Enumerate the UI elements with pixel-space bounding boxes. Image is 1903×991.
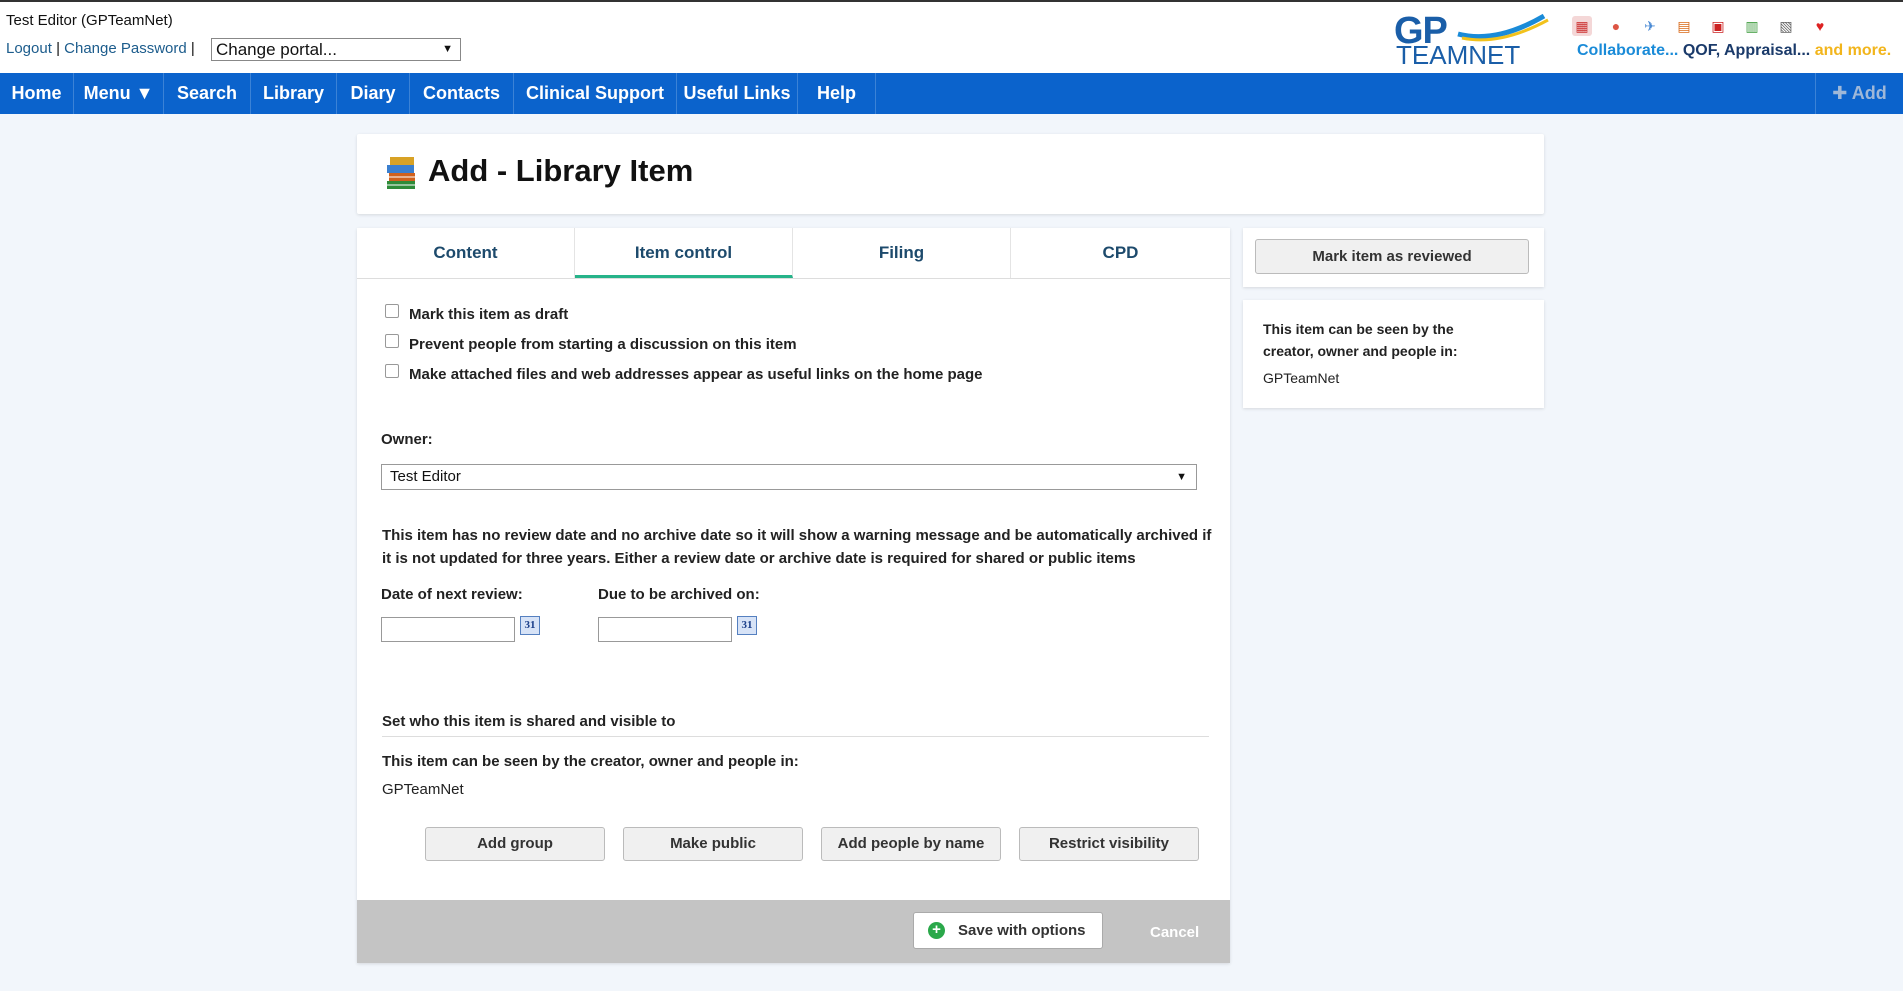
draft-option: Mark this item as draft — [385, 304, 568, 323]
tagline-more: and more. — [1814, 42, 1892, 59]
side-visibility-text: This item can be seen by the creator, ow… — [1263, 321, 1458, 359]
review-calendar-icon[interactable]: 31 — [520, 616, 540, 635]
page-title-card: Add - Library Item — [357, 134, 1544, 214]
portal-select-value: Change portal... — [216, 40, 337, 59]
visibility-group: GPTeamNet — [382, 781, 464, 798]
book-icon[interactable]: ▧ — [1776, 16, 1796, 36]
cancel-link[interactable]: Cancel — [1150, 924, 1199, 941]
bird-icon[interactable]: ✈ — [1640, 16, 1660, 36]
visibility-text: This item can be seen by the creator, ow… — [382, 753, 799, 770]
add-people-by-name-button[interactable]: Add people by name — [821, 827, 1001, 861]
archive-date-input[interactable] — [598, 617, 732, 642]
useful-links-label[interactable]: Make attached files and web addresses ap… — [409, 366, 983, 383]
review-warning-text: This item has no review date and no arch… — [382, 527, 1212, 567]
logo-swoosh-icon — [1457, 13, 1549, 42]
change-password-link[interactable]: Change Password — [64, 40, 187, 57]
nav-help[interactable]: Help — [798, 73, 876, 114]
review-card: Mark item as reviewed — [1243, 228, 1544, 287]
tagline: Collaborate... QOF, Appraisal... and mor… — [1577, 42, 1891, 60]
logout-link[interactable]: Logout — [6, 40, 52, 57]
books-icon[interactable]: ▤ — [1674, 16, 1694, 36]
tagline-collaborate: Collaborate... — [1577, 42, 1679, 59]
prevent-discussion-checkbox[interactable] — [385, 334, 399, 349]
link-separator: | — [56, 40, 60, 57]
make-public-button[interactable]: Make public — [623, 827, 803, 861]
owner-label: Owner: — [381, 431, 433, 448]
tab-item-control[interactable]: Item control — [575, 228, 793, 278]
nav-menu[interactable]: Menu ▼ — [74, 73, 164, 114]
current-user: Test Editor (GPTeamNet) — [6, 12, 173, 29]
nav-library[interactable]: Library — [251, 73, 337, 114]
restrict-visibility-button[interactable]: Restrict visibility — [1019, 827, 1199, 861]
tab-content[interactable]: Content — [357, 228, 575, 278]
dropdown-arrow-icon: ▼ — [442, 43, 453, 55]
page-title: Add - Library Item — [428, 153, 694, 188]
nav-search[interactable]: Search — [164, 73, 251, 114]
save-with-options-button[interactable]: + Save with options — [913, 912, 1103, 949]
useful-links-checkbox[interactable] — [385, 364, 399, 379]
tagline-qof: QOF, Appraisal... — [1682, 42, 1811, 59]
visibility-summary-card: This item can be seen by the creator, ow… — [1243, 300, 1544, 408]
logo-teamnet-text: TEAMNET — [1396, 40, 1521, 70]
useful-links-option: Make attached files and web addresses ap… — [385, 364, 983, 383]
prevent-discussion-label[interactable]: Prevent people from starting a discussio… — [409, 336, 797, 353]
calendar-icon[interactable]: ▦ — [1572, 16, 1592, 36]
mark-reviewed-button[interactable]: Mark item as reviewed — [1255, 239, 1529, 274]
draft-label[interactable]: Mark this item as draft — [409, 306, 568, 323]
add-group-button[interactable]: Add group — [425, 827, 605, 861]
heart-icon[interactable]: ♥ — [1810, 16, 1830, 36]
nav-home[interactable]: Home — [0, 73, 74, 114]
link-separator: | — [190, 40, 195, 57]
side-visibility-group: GPTeamNet — [1263, 370, 1340, 386]
nav-add-button[interactable]: ✚ Add — [1815, 73, 1903, 114]
tab-cpd[interactable]: CPD — [1011, 228, 1230, 278]
app-icon-strip: ▦ ● ✈ ▤ ▣ ▥ ▧ ♥ — [1572, 16, 1830, 38]
tab-filing[interactable]: Filing — [793, 228, 1011, 278]
review-date-input[interactable] — [381, 617, 515, 642]
form-footer: + Save with options Cancel — [357, 900, 1230, 963]
plus-circle-icon: + — [928, 922, 945, 939]
main-nav: Home Menu ▼ Search Library Diary Contact… — [0, 73, 1903, 114]
save-label: Save with options — [958, 922, 1086, 939]
account-links: Logout | Change Password | — [6, 40, 195, 57]
gpteamnet-logo[interactable]: GP TEAMNET — [1394, 8, 1554, 70]
tab-bar: Content Item control Filing CPD — [357, 228, 1230, 279]
item-control-panel: Content Item control Filing CPD Mark thi… — [357, 228, 1230, 963]
nav-useful-links[interactable]: Useful Links — [677, 73, 798, 114]
owner-select[interactable]: Test Editor ▼ — [381, 464, 1197, 490]
sharing-heading: Set who this item is shared and visible … — [382, 713, 676, 730]
nav-diary[interactable]: Diary — [337, 73, 410, 114]
sharing-divider — [382, 736, 1209, 737]
people-icon[interactable]: ● — [1606, 16, 1626, 36]
site-header: Test Editor (GPTeamNet) Logout | Change … — [0, 2, 1903, 73]
draft-checkbox[interactable] — [385, 304, 399, 319]
discussion-option: Prevent people from starting a discussio… — [385, 334, 797, 353]
library-books-icon — [387, 157, 415, 189]
chart-icon[interactable]: ▥ — [1742, 16, 1762, 36]
review-date-label: Date of next review: — [381, 586, 523, 603]
owner-select-value: Test Editor — [390, 468, 461, 485]
archive-date-label: Due to be archived on: — [598, 586, 760, 603]
archive-calendar-icon[interactable]: 31 — [737, 616, 757, 635]
nav-clinical-support[interactable]: Clinical Support — [514, 73, 677, 114]
dropdown-arrow-icon: ▼ — [1176, 471, 1187, 483]
nav-contacts[interactable]: Contacts — [410, 73, 514, 114]
change-portal-select[interactable]: Change portal... ▼ — [211, 38, 461, 61]
pdf-icon[interactable]: ▣ — [1708, 16, 1728, 36]
